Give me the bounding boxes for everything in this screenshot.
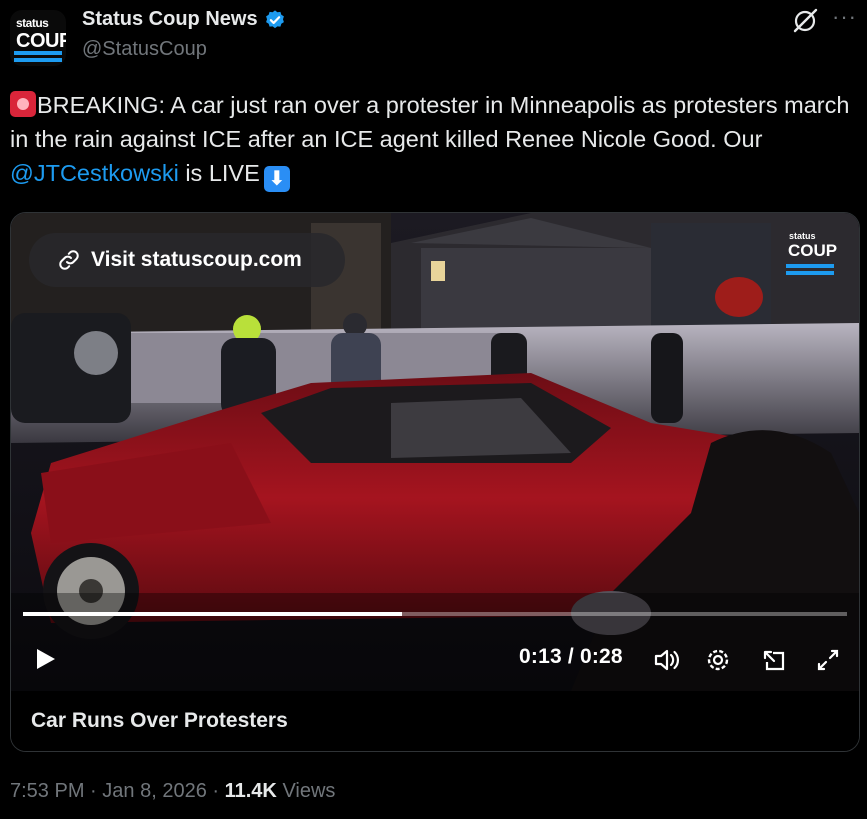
time-separator: / bbox=[567, 645, 574, 668]
tweet-text: BREAKING: A car just ran over a proteste… bbox=[10, 88, 855, 192]
meta-separator: · bbox=[90, 780, 97, 802]
author-handle[interactable]: @StatusCoup bbox=[82, 38, 207, 61]
siren-emoji-icon bbox=[10, 91, 36, 117]
tweet-text-main: BREAKING: A car just ran over a proteste… bbox=[10, 92, 850, 152]
avatar[interactable]: status COUP bbox=[10, 10, 66, 66]
tweet-date[interactable]: Jan 8, 2026 bbox=[102, 780, 207, 802]
tweet-time[interactable]: 7:53 PM bbox=[10, 780, 84, 802]
tweet-text-end: is LIVE bbox=[178, 160, 260, 186]
watermark-text-bottom: COUP bbox=[788, 241, 838, 260]
video-progress-fill bbox=[23, 612, 403, 616]
current-time: 0:13 bbox=[519, 645, 562, 668]
avatar-text-top: status bbox=[16, 16, 49, 30]
play-icon[interactable] bbox=[33, 647, 57, 671]
avatar-text-bottom: COUP bbox=[16, 30, 66, 52]
watermark-text-top: status bbox=[789, 231, 816, 241]
tweet-meta: 7:53 PM · Jan 8, 2026 · 11.4K Views bbox=[10, 780, 335, 803]
fullscreen-icon[interactable] bbox=[813, 645, 843, 675]
video-time: 0:13 / 0:28 bbox=[519, 645, 623, 669]
status-coup-watermark: status COUP bbox=[786, 231, 838, 275]
link-icon bbox=[59, 250, 79, 270]
down-arrow-emoji-icon: ⬇ bbox=[263, 166, 290, 192]
settings-gear-icon[interactable] bbox=[703, 645, 733, 675]
video-progress-bar[interactable] bbox=[23, 612, 847, 616]
picture-in-picture-icon[interactable] bbox=[759, 645, 789, 675]
tweet-header: status COUP Status Coup News @StatusCoup… bbox=[0, 0, 867, 80]
volume-icon[interactable] bbox=[651, 645, 681, 675]
grok-icon[interactable] bbox=[790, 6, 820, 36]
video-player[interactable]: Visit statuscoup.com status COUP 0:13 / … bbox=[11, 213, 859, 691]
visit-website-button[interactable]: Visit statuscoup.com bbox=[29, 233, 345, 287]
more-options-icon[interactable]: ··· bbox=[832, 4, 857, 30]
duration: 0:28 bbox=[579, 645, 623, 668]
video-controls: 0:13 / 0:28 bbox=[11, 639, 859, 679]
views-label: Views bbox=[282, 780, 336, 802]
visit-website-label: Visit statuscoup.com bbox=[91, 248, 302, 271]
author-name[interactable]: Status Coup News bbox=[82, 8, 258, 31]
views-count[interactable]: 11.4K bbox=[225, 780, 277, 802]
video-title: Car Runs Over Protesters bbox=[31, 709, 288, 732]
video-card: Visit statuscoup.com status COUP 0:13 / … bbox=[10, 212, 860, 752]
verified-badge-icon bbox=[265, 9, 284, 28]
mention-link[interactable]: @JTCestkowski bbox=[10, 160, 179, 186]
video-caption-bar: Car Runs Over Protesters bbox=[11, 691, 859, 751]
meta-separator: · bbox=[212, 780, 220, 802]
